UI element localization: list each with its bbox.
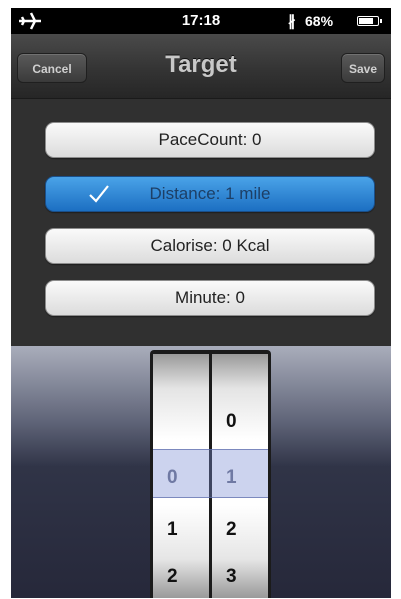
status-time: 17:18 [181,12,221,29]
save-button[interactable]: Save [341,53,385,83]
status-bar: 17:18 ∦ 68% [11,8,391,34]
picker-value: 0 [226,411,237,432]
option-pacecount[interactable]: PaceCount: 0 [45,122,375,158]
option-calories[interactable]: Calorise: 0 Kcal [45,228,375,264]
option-label: Distance: 1 mile [149,184,271,203]
option-distance[interactable]: Distance: 1 mile [45,176,375,212]
battery-percent: 68% [305,13,334,29]
option-minute[interactable]: Minute: 0 [45,280,375,316]
battery-icon [357,16,382,26]
picker-value: 1 [226,467,237,488]
picker-wheel-1[interactable]: 0 1 2 [153,354,209,598]
picker-wheel-2[interactable]: 0 1 2 3 [212,354,268,598]
option-label: Minute: 0 [175,288,245,307]
picker-value: 2 [167,566,178,587]
option-label: PaceCount: 0 [158,130,262,149]
option-label: Calorise: 0 Kcal [150,236,270,255]
picker-value: 2 [226,519,237,540]
navigation-bar: Cancel Target Save [11,34,391,99]
battery-fill [359,18,373,24]
picker-value: 0 [167,467,178,488]
bluetooth-icon: ∦ [288,13,296,30]
checkmark-icon [89,185,109,203]
target-options: PaceCount: 0 Distance: 1 mile Calorise: … [11,99,391,346]
page-title: Target [165,51,237,78]
picker-value: 1 [167,519,178,540]
picker-value: 3 [226,566,237,587]
screen: 17:18 ∦ 68% Cancel Target Save PaceCount… [11,8,391,598]
